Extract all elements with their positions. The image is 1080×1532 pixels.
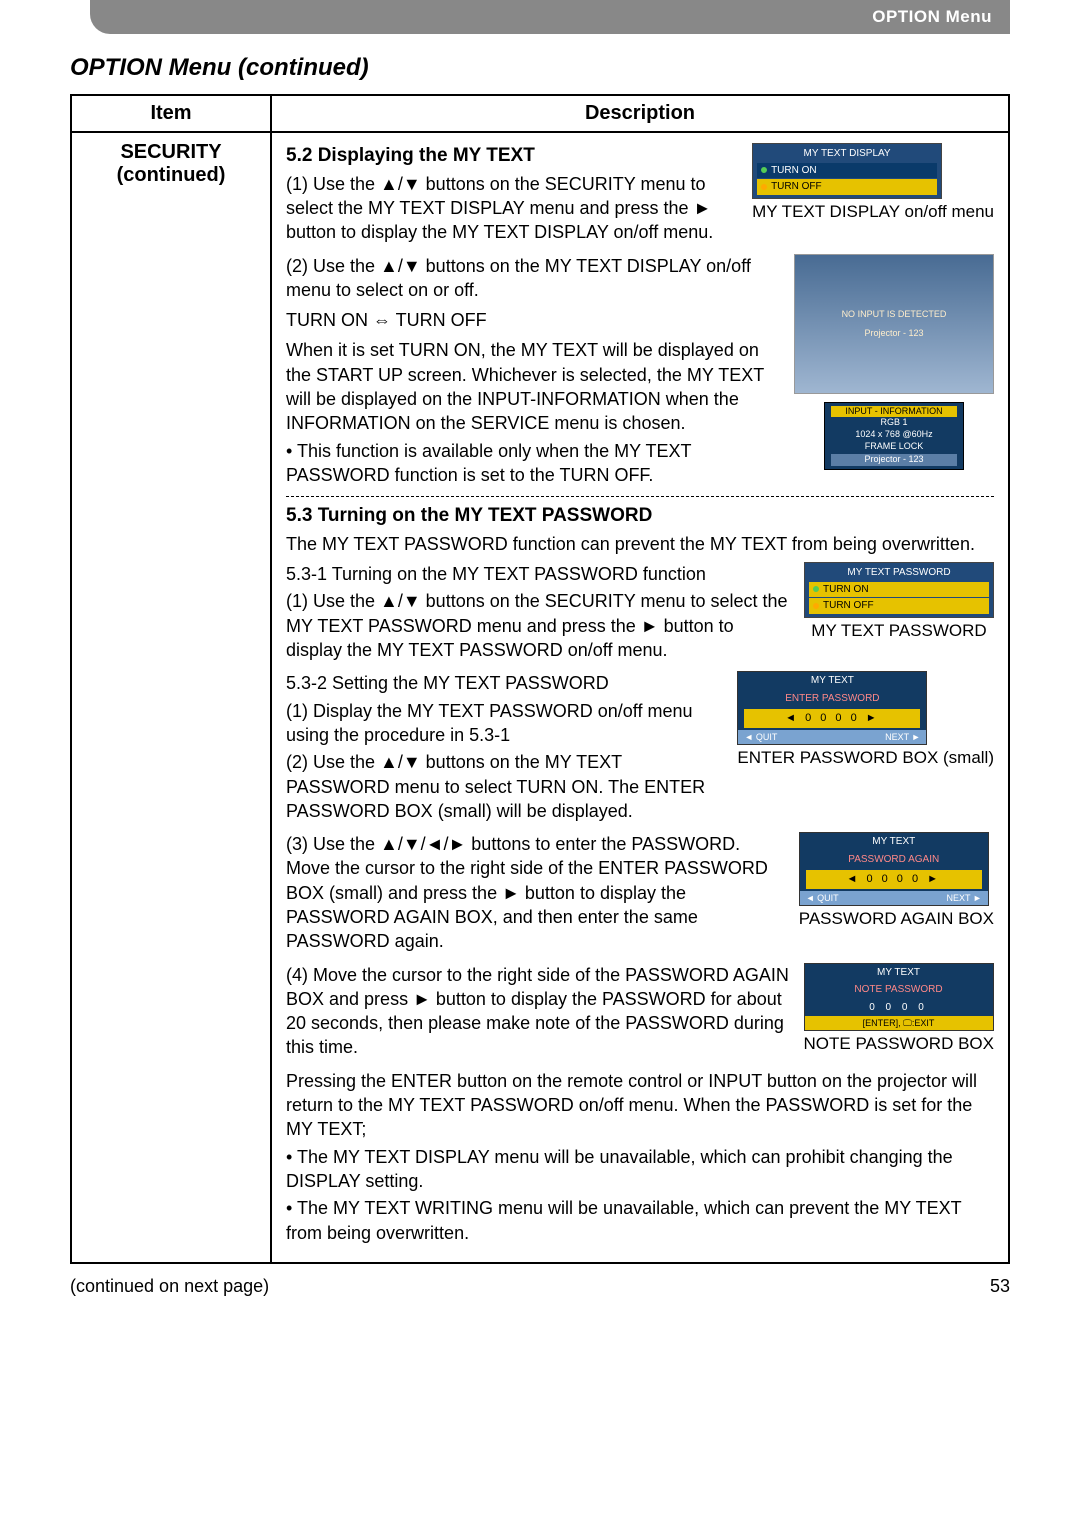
page: OPTION Menu OPTION Menu (continued) Item… [0, 0, 1080, 1357]
figure-password-menu: MY TEXT PASSWORD TURN ON TURN OFF MY TEX… [804, 562, 994, 642]
info-4: Projector - 123 [831, 454, 957, 466]
figure-caption-pab: PASSWORD AGAIN BOX [799, 908, 994, 931]
item-cell: SECURITY (continued) [71, 132, 271, 1263]
figure-caption-pw-menu: MY TEXT PASSWORD [804, 620, 994, 643]
npb-nav: [ENTER], 🖵:EXIT [863, 1017, 935, 1029]
info-3: FRAME LOCK [831, 441, 957, 453]
pw-menu-title: MY TEXT PASSWORD [805, 565, 993, 581]
text-5-2-4: • This function is available only when t… [286, 439, 782, 488]
text-5-3-2-3: (3) Use the ▲/▼/◄/► buttons to enter the… [286, 832, 787, 953]
figure-note-password-box: MY TEXT NOTE PASSWORD 0 0 0 0 [ENTER], 🖵… [804, 963, 995, 1057]
item-title: SECURITY [80, 141, 262, 164]
pab-sub: PASSWORD AGAIN [800, 851, 988, 869]
toggle-line: TURN ON ⇔ TURN OFF [286, 308, 782, 332]
bullet-2: • The MY TEXT WRITING menu will be unava… [286, 1196, 994, 1245]
figure-caption-display-menu: MY TEXT DISPLAY on/off menu [752, 201, 994, 224]
text-5-2-2: (2) Use the ▲/▼ buttons on the MY TEXT D… [286, 254, 782, 303]
text-5-3-intro: The MY TEXT PASSWORD function can preven… [286, 532, 994, 556]
menu-title: MY TEXT DISPLAY [753, 146, 941, 162]
epb-title: MY TEXT [738, 672, 926, 690]
figure-mytext-display-menu: MY TEXT DISPLAY TURN ON TURN OFF MY TEXT… [752, 143, 994, 223]
text-5-3-1: (1) Use the ▲/▼ buttons on the SECURITY … [286, 589, 792, 662]
epb-next: NEXT ► [885, 731, 920, 743]
text-5-2-3: When it is set TURN ON, the MY TEXT will… [286, 338, 782, 435]
continued-note: (continued on next page) [70, 1276, 269, 1297]
text-5-3-2-2: (2) Use the ▲/▼ buttons on the MY TEXT P… [286, 750, 725, 823]
description-cell: 5.2 Displaying the MY TEXT (1) Use the ▲… [271, 132, 1009, 1263]
footer: (continued on next page) 53 [70, 1276, 1010, 1297]
heading-5-3-1: 5.3-1 Turning on the MY TEXT PASSWORD fu… [286, 562, 792, 586]
npb-title: MY TEXT [805, 964, 993, 982]
heading-5-3-2: 5.3-2 Setting the MY TEXT PASSWORD [286, 671, 725, 695]
item-subtitle: (continued) [80, 164, 262, 187]
figure-caption-npb: NOTE PASSWORD BOX [804, 1033, 995, 1056]
npb-sub: NOTE PASSWORD [805, 981, 993, 999]
bullet-1: • The MY TEXT DISPLAY menu will be unava… [286, 1145, 994, 1194]
figure-enter-password-box: MY TEXT ENTER PASSWORD ◄ 0 0 0 0 ► ◄ QUI… [737, 671, 994, 770]
page-number: 53 [990, 1276, 1010, 1297]
col-item-header: Item [71, 95, 271, 132]
pab-quit: ◄ QUIT [806, 892, 839, 904]
info-1: RGB 1 [831, 417, 957, 429]
pab-title: MY TEXT [800, 833, 988, 851]
figure-caption-epb: ENTER PASSWORD BOX (small) [737, 747, 994, 770]
info-2: 1024 x 768 @60Hz [831, 429, 957, 441]
pab-next: NEXT ► [947, 892, 982, 904]
options-table: Item Description SECURITY (continued) 5.… [70, 94, 1010, 1264]
epb-digits: ◄ 0 0 0 0 ► [744, 709, 920, 728]
topbar-label: OPTION Menu [872, 7, 992, 27]
text-5-3-5: Pressing the ENTER button on the remote … [286, 1069, 994, 1142]
text-5-3-2-4: (4) Move the cursor to the right side of… [286, 963, 792, 1060]
topbar: OPTION Menu [90, 0, 1010, 34]
pw-menu-off: TURN OFF [823, 599, 874, 613]
epb-sub: ENTER PASSWORD [738, 690, 926, 708]
epb-quit: ◄ QUIT [744, 731, 777, 743]
npb-digits: 0 0 0 0 [805, 999, 993, 1017]
menu-turn-on: TURN ON [771, 164, 817, 178]
heading-5-2: 5.2 Displaying the MY TEXT [286, 143, 740, 169]
figure-startup-screen: NO INPUT IS DETECTED Projector - 123 INP… [794, 254, 994, 470]
info-title: INPUT - INFORMATION [831, 406, 957, 418]
divider [286, 496, 994, 497]
pab-digits: ◄ 0 0 0 0 ► [806, 870, 982, 889]
text-5-2-1: (1) Use the ▲/▼ buttons on the SECURITY … [286, 172, 740, 245]
menu-turn-off: TURN OFF [771, 180, 822, 194]
screen-line1: NO INPUT IS DETECTED [842, 308, 947, 320]
figure-password-again-box: MY TEXT PASSWORD AGAIN ◄ 0 0 0 0 ► ◄ QUI… [799, 832, 994, 931]
screen-line2: Projector - 123 [864, 327, 923, 339]
pw-menu-on: TURN ON [823, 583, 869, 597]
text-5-3-2-1: (1) Display the MY TEXT PASSWORD on/off … [286, 699, 725, 748]
heading-5-3: 5.3 Turning on the MY TEXT PASSWORD [286, 503, 994, 529]
col-description-header: Description [271, 95, 1009, 132]
section-heading: OPTION Menu (continued) [70, 54, 1010, 82]
